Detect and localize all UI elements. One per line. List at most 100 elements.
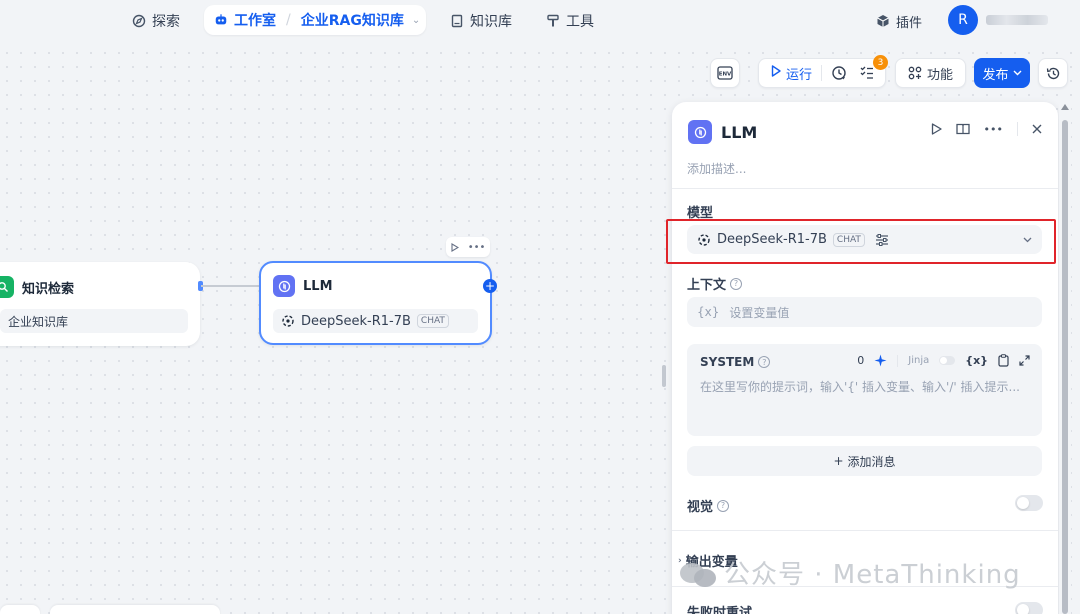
run-label: 运行 [786,67,813,83]
llm-model-row: DeepSeek-R1-7B CHAT [273,309,478,333]
retrieval-icon [0,276,14,298]
features-icon [908,66,922,80]
system-label: SYSTEM [700,355,755,369]
clipboard-icon[interactable] [998,354,1009,367]
studio-label[interactable]: 工作室 [234,10,276,30]
close-icon[interactable] [1032,124,1042,134]
publish-label: 发布 [982,67,1009,83]
features-label: 功能 [926,67,953,83]
env-icon: ENV [717,66,733,80]
cube-icon [876,14,890,28]
chat-mode-tag: CHAT [832,232,865,247]
nav-plugins-label: 插件 [896,15,923,31]
canvas-controls[interactable] [50,605,220,614]
llm-node[interactable]: LLM DeepSeek-R1-7B CHAT [259,261,492,345]
run-node-icon[interactable] [451,242,459,252]
help-icon[interactable]: ? [717,499,730,512]
app-name[interactable]: 企业RAG知识库 [301,10,404,30]
docs-book-icon[interactable] [955,123,970,135]
help-icon[interactable]: ? [730,277,743,290]
zoom-controls[interactable] [0,605,40,614]
vision-toggle[interactable] [1015,495,1043,511]
nav-tools[interactable]: 工具 [546,7,594,35]
history-run-icon[interactable] [831,65,847,81]
sparkle-icon[interactable] [874,354,887,367]
run-toolbar-group: 运行 [758,58,886,88]
chat-mode-tag: CHAT [416,314,449,328]
robot-icon [214,13,228,27]
model-label-text: 模型 [687,206,714,221]
user-avatar[interactable]: R [948,5,978,35]
system-prompt-placeholder: 在这里写你的提示词，输入'{' 插入变量、输入'/' 插入提示... [700,380,1020,394]
nav-tools-label: 工具 [566,14,594,30]
nav-plugins[interactable]: 插件 [876,7,922,35]
run-button[interactable]: 运行 [771,64,812,83]
publish-button[interactable]: 发布 [974,58,1030,88]
context-placeholder: 设置变量值 [729,305,790,320]
model-settings-icon[interactable] [875,233,889,246]
system-prompt-editor[interactable]: SYSTEM ? 0 Jinja {x} 在这里写你的提示词，输入'{' 插入变… [687,344,1042,436]
compass-icon [132,14,146,28]
jinja-toggle[interactable] [939,356,956,365]
jinja-label: Jinja [908,355,930,366]
llm-config-panel: LLM ••• 添加描述... 模型 DeepSeek-R1-7B CHAT 上… [672,102,1058,614]
hammer-icon [546,14,560,28]
vision-label: 视觉 ? [687,496,730,515]
panel-title[interactable]: LLM [721,123,757,142]
scrollbar-thumb[interactable] [1062,120,1068,614]
features-button[interactable]: 功能 [895,58,966,88]
add-next-node-handle[interactable]: + [483,279,497,293]
toolbar-divider [821,65,823,81]
wechat-logo-icon [680,559,716,587]
dataset-name: 企业知识库 [8,314,69,329]
model-logo-icon [697,233,711,247]
more-icon[interactable]: ••• [984,123,1003,136]
history-icon [1046,66,1061,81]
insert-variable-icon[interactable]: {x} [965,354,988,367]
chevron-down-icon [1013,70,1022,76]
watermark-text: 公众号 · MetaThinking [724,560,1021,590]
env-button[interactable]: ENV [710,58,740,88]
knowledge-retrieval-node[interactable]: 知识检索 企业知识库 [0,262,200,346]
checklist-count-badge: 3 [873,55,888,70]
panel-actions: ••• [931,122,1042,136]
plus-icon: + [833,454,844,468]
node-toolbar: ••• [446,237,490,257]
studio-breadcrumb[interactable]: 工作室 / 企业RAG知识库 ⌄ [204,5,426,35]
variable-icon: {x} [697,305,720,319]
chevron-down-icon [1023,237,1032,243]
divider [672,530,1058,531]
blurred-username [986,15,1048,25]
play-icon [771,65,781,81]
retrieval-dataset-row: 企业知识库 [0,309,188,333]
checklist-icon[interactable] [859,65,875,81]
more-icon[interactable]: ••• [468,242,486,253]
add-message-button[interactable]: + 添加消息 [687,446,1042,476]
model-selector[interactable]: DeepSeek-R1-7B CHAT [687,225,1042,254]
retry-label: 失败时重试 [687,602,752,614]
context-variable-input[interactable]: {x} 设置变量值 [687,297,1042,327]
help-icon[interactable]: ? [758,356,771,368]
retry-label-text: 失败时重试 [687,606,753,614]
divider [672,188,1058,189]
model-label: 模型 [687,202,713,221]
nav-explore-label: 探索 [152,14,180,30]
nav-explore[interactable]: 探索 [132,7,180,35]
token-count: 0 [857,354,865,367]
panel-resize-handle[interactable] [662,365,666,387]
panel-scrollbar[interactable] [1059,102,1071,614]
version-history-button[interactable] [1038,58,1068,88]
nav-knowledge[interactable]: 知识库 [450,7,512,35]
run-step-icon[interactable] [931,123,942,135]
scroll-up-arrow[interactable] [1061,104,1069,110]
description-input[interactable]: 添加描述... [687,160,746,177]
expand-icon[interactable] [1019,355,1030,366]
book-icon [450,14,464,28]
llm-node-title: LLM [303,278,333,294]
breadcrumb-separator: / [286,12,291,28]
edge-retrieval-to-llm[interactable] [201,285,260,287]
env-text: ENV [719,72,732,78]
retry-toggle[interactable] [1015,602,1043,614]
context-label-text: 上下文 [687,278,727,293]
chevron-down-icon[interactable]: ⌄ [412,15,420,26]
